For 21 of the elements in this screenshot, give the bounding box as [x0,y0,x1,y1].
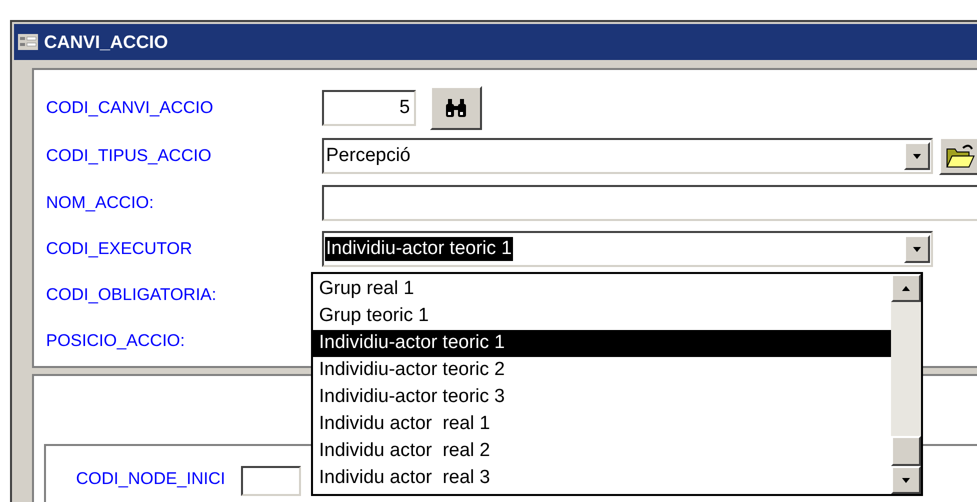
dropdown-item[interactable]: Grup real 1 [313,276,891,303]
field-label: NOM_ACCIO: [46,192,155,214]
dropdown-item[interactable]: Individiu-actor teoric 3 [313,384,891,411]
field-label: POSICIO_ACCIO: [46,330,186,352]
combo-value: Percepció [325,144,412,168]
dropdown-item[interactable]: Individu actor real 3 [313,465,891,492]
dropdown-item[interactable]: Individu actor real 1 [313,411,891,438]
field-label: CODI_OBLIGATORIA: [46,284,218,306]
combo-value: Individiu-actor teoric 1 [325,237,513,261]
dropdown-item[interactable]: Grup teoric 1 [313,303,891,330]
field-label: CODI_EXECUTOR [46,238,194,260]
dropdown-item[interactable]: Individu actor real 2 [313,438,891,465]
dropdown-item[interactable]: Individiu-actor teoric 2 [313,357,891,384]
window-title: CANVI_ACCIO [44,30,168,54]
dropdown-item[interactable]: Individiu-actor teoric 1 [313,330,891,357]
field-label: CODI_TIPUS_ACCIO [46,145,212,168]
field-label: CODI_NODE_INICI [76,468,226,490]
field-label: CODI_CANVI_ACCIO [46,97,214,120]
combo-box[interactable]: Individiu-actor teoric 1 [322,231,933,267]
number-field[interactable]: 5 [322,90,416,126]
combo-box[interactable]: Percepció [322,138,933,174]
